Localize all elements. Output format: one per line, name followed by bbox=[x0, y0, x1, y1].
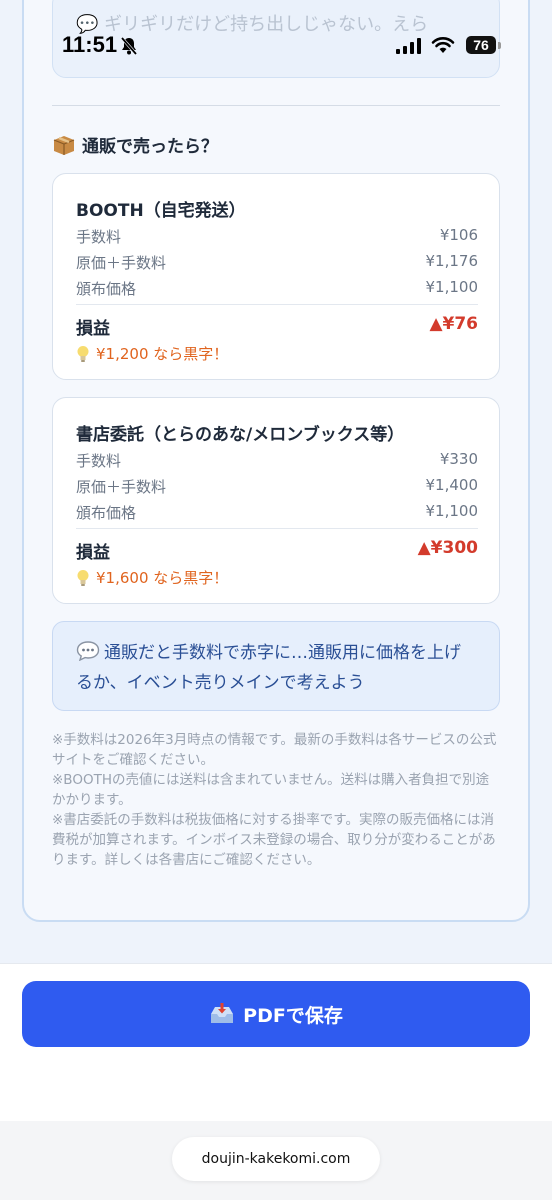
breakeven-hint: ¥1,600 なら黒字！ bbox=[76, 567, 228, 588]
status-bar: 11:51 76 bbox=[0, 30, 552, 62]
row-value: ¥1,100 bbox=[425, 278, 479, 296]
row-label: 頒布価格 bbox=[76, 280, 137, 298]
row-label: 手数料 bbox=[76, 228, 122, 246]
speech-bubble-icon bbox=[76, 641, 100, 662]
row-divider bbox=[76, 304, 478, 305]
profit-value: ▲¥300 bbox=[417, 538, 478, 558]
section-title-text: 通販で売ったら？ bbox=[82, 137, 218, 157]
card-name: 書店委託（とらのあな/メロンブックス等） bbox=[76, 425, 405, 445]
save-pdf-button[interactable]: PDFで保存 bbox=[22, 981, 530, 1047]
section-title: 通販で売ったら？ bbox=[52, 132, 218, 157]
profit-row: 損益 ▲¥300 bbox=[76, 538, 478, 563]
profit-row: 損益 ▲¥76 bbox=[76, 314, 478, 339]
cellular-signal-icon bbox=[396, 38, 422, 58]
package-icon bbox=[52, 134, 76, 156]
note-booth-shipping: ※BOOTHの売値には送料は含まれていません。送料は購入者負担で別途かかります。 bbox=[52, 772, 490, 808]
row-label: 頒布価格 bbox=[76, 504, 137, 522]
disclaimer-notes: ※手数料は2026年3月時点の情報です。最新の手数料は各サービスの公式サイトをご… bbox=[52, 730, 500, 870]
card-name: BOOTH（自宅発送） bbox=[76, 201, 246, 221]
price-row: 頒布価格 ¥1,100 bbox=[76, 502, 478, 522]
light-bulb-icon bbox=[76, 569, 90, 587]
fee-row: 手数料 ¥330 bbox=[76, 450, 478, 470]
row-value: ¥1,400 bbox=[425, 476, 479, 494]
breakeven-hint: ¥1,200 なら黒字！ bbox=[76, 343, 228, 364]
row-label: 原価＋手数料 bbox=[76, 478, 167, 496]
battery-icon: 76 bbox=[466, 36, 496, 54]
row-divider bbox=[76, 528, 478, 529]
status-time: 11:51 bbox=[62, 32, 118, 57]
fee-row: 手数料 ¥106 bbox=[76, 226, 478, 246]
bookstore-card: 書店委託（とらのあな/メロンブックス等） 手数料 ¥330 原価＋手数料 ¥1,… bbox=[52, 397, 500, 604]
price-row: 頒布価格 ¥1,100 bbox=[76, 278, 478, 298]
row-label: 原価＋手数料 bbox=[76, 254, 167, 272]
profit-label: 損益 bbox=[76, 543, 110, 563]
save-pdf-label: PDFで保存 bbox=[243, 1004, 343, 1027]
bell-slash-icon bbox=[120, 36, 138, 60]
hint-text: ¥1,200 なら黒字！ bbox=[96, 345, 229, 363]
profit-value: ▲¥76 bbox=[429, 314, 478, 334]
row-value: ¥330 bbox=[439, 450, 478, 468]
row-value: ¥106 bbox=[439, 226, 478, 244]
advice-text: 通販だと手数料で赤字に…通販用に価格を上げるか、イベント売りメインで考えよう bbox=[76, 643, 461, 693]
inbox-tray-icon bbox=[209, 1002, 235, 1026]
cost-row: 原価＋手数料 ¥1,400 bbox=[76, 476, 478, 496]
section-divider bbox=[52, 105, 500, 106]
booth-card: BOOTH（自宅発送） 手数料 ¥106 原価＋手数料 ¥1,176 頒布価格 … bbox=[52, 173, 500, 380]
cost-row: 原価＋手数料 ¥1,176 bbox=[76, 252, 478, 272]
note-fee-date: ※手数料は2026年3月時点の情報です。最新の手数料は各サービスの公式サイトをご… bbox=[52, 732, 497, 768]
address-bar[interactable]: doujin-kakekomi.com bbox=[172, 1137, 380, 1181]
row-label: 手数料 bbox=[76, 452, 122, 470]
light-bulb-icon bbox=[76, 345, 90, 363]
profit-label: 損益 bbox=[76, 319, 110, 339]
advice-box: 通販だと手数料で赤字に…通販用に価格を上げるか、イベント売りメインで考えよう bbox=[52, 621, 500, 711]
row-value: ¥1,100 bbox=[425, 502, 479, 520]
row-value: ¥1,176 bbox=[425, 252, 479, 270]
note-bookstore-tax: ※書店委託の手数料は税抜価格に対する掛率です。実際の販売価格には消費税が加算され… bbox=[52, 812, 496, 868]
hint-text: ¥1,600 なら黒字！ bbox=[96, 569, 229, 587]
wifi-icon bbox=[431, 36, 455, 58]
battery-tip bbox=[498, 42, 501, 49]
